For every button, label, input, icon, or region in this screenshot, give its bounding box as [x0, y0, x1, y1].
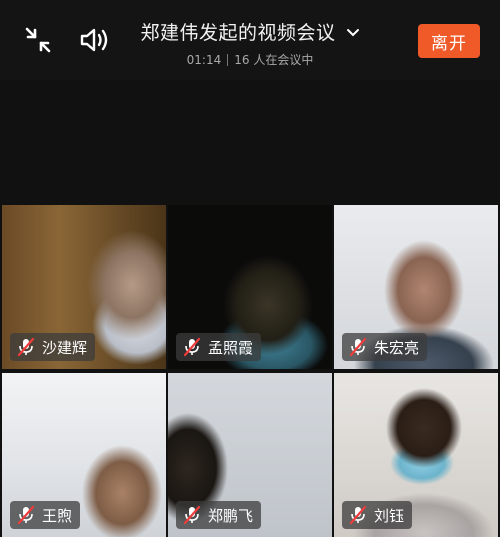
leave-button[interactable]: 离开	[418, 24, 480, 58]
speaker-icon[interactable]	[78, 24, 110, 56]
divider	[227, 53, 229, 66]
participant-name: 王煦	[42, 506, 73, 525]
video-tile[interactable]: 朱宏亮	[334, 205, 498, 369]
mic-muted-icon	[182, 505, 202, 525]
shrink-arrows-icon[interactable]	[22, 24, 54, 56]
meeting-duration: 01:14	[186, 52, 222, 67]
participant-name: 郑鹏飞	[208, 506, 254, 525]
participant-label: 沙建辉	[10, 333, 96, 361]
mic-muted-icon	[16, 337, 36, 357]
video-tile[interactable]: 郑鹏飞	[168, 373, 332, 537]
participant-label: 郑鹏飞	[176, 501, 262, 529]
video-tile[interactable]: 孟照霞	[168, 205, 332, 369]
participant-name: 孟照霞	[208, 338, 254, 357]
participant-name: 刘钰	[374, 506, 405, 525]
participant-label: 刘钰	[342, 501, 413, 529]
participant-label: 孟照霞	[176, 333, 262, 361]
mic-muted-icon	[348, 337, 368, 357]
video-tile[interactable]: 沙建辉	[2, 205, 166, 369]
meeting-status: 01:14 16 人在会议中	[120, 51, 380, 68]
meeting-info: 郑建伟发起的视频会议 01:14 16 人在会议中	[120, 18, 380, 68]
chevron-down-icon[interactable]	[346, 25, 360, 39]
video-tile[interactable]: 刘钰	[334, 373, 498, 537]
mic-muted-icon	[16, 505, 36, 525]
participant-label: 王煦	[10, 501, 81, 529]
mic-muted-icon	[348, 505, 368, 525]
participant-label: 朱宏亮	[342, 333, 428, 361]
mic-muted-icon	[182, 337, 202, 357]
participant-name: 朱宏亮	[374, 338, 420, 357]
top-bar: 郑建伟发起的视频会议 01:14 16 人在会议中 离开	[0, 0, 500, 80]
video-grid: 沙建辉 孟照霞 朱宏亮 王煦 郑鹏飞 刘钰	[0, 205, 500, 537]
participant-name: 沙建辉	[42, 338, 88, 357]
video-tile[interactable]: 王煦	[2, 373, 166, 537]
meeting-title[interactable]: 郑建伟发起的视频会议	[140, 18, 335, 45]
participant-count: 16 人在会议中	[234, 53, 314, 67]
